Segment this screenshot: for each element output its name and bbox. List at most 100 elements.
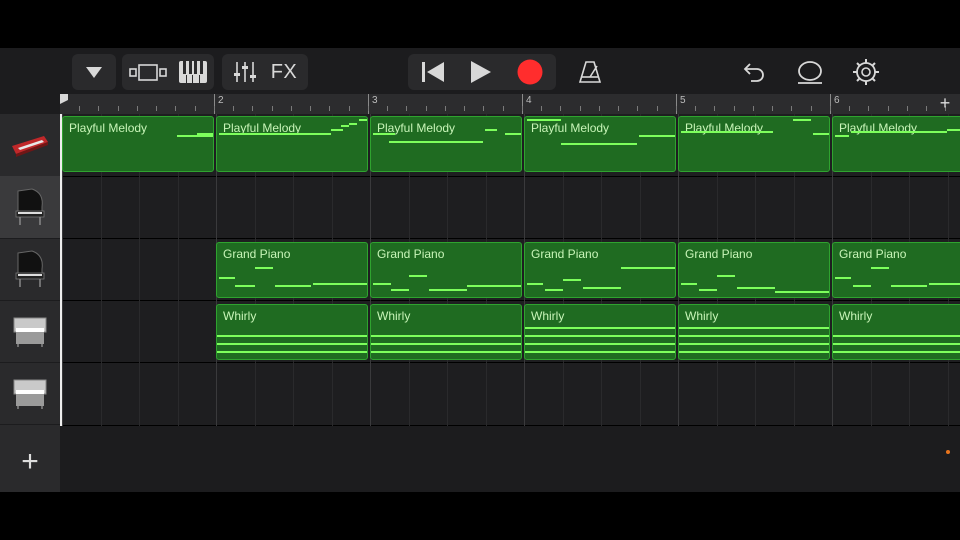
record-button[interactable]	[517, 59, 543, 85]
track-header-grand-piano-2[interactable]	[0, 238, 60, 301]
metronome-icon	[578, 61, 602, 83]
ruler-tick	[541, 106, 542, 111]
skip-back-icon	[421, 62, 444, 82]
ruler-tick	[387, 106, 388, 111]
ruler-tick	[310, 106, 311, 111]
ruler-tick	[426, 106, 427, 111]
mixer-button[interactable]	[233, 60, 257, 84]
bar-marker	[676, 94, 677, 114]
ruler-tick	[195, 106, 196, 111]
region[interactable]: Playful Melody	[678, 116, 830, 172]
ruler-tick	[233, 106, 234, 111]
lane-divider	[62, 176, 960, 177]
tracks-view-button[interactable]	[129, 62, 169, 82]
gear-icon	[853, 59, 879, 85]
region-label: Whirly	[839, 309, 873, 323]
track-header-grand-piano-1[interactable]	[0, 176, 60, 239]
midi-note	[561, 143, 637, 145]
go-to-beginning-button[interactable]	[421, 61, 445, 83]
ruler-tick	[791, 106, 792, 111]
region-label: Playful Melody	[531, 121, 610, 135]
metronome-button[interactable]	[570, 54, 610, 90]
ruler-tick	[214, 106, 215, 111]
region[interactable]: Whirly	[678, 304, 830, 360]
region[interactable]: Whirly	[370, 304, 522, 360]
region[interactable]: Whirly	[524, 304, 676, 360]
undo-button[interactable]	[734, 54, 774, 90]
ruler-tick	[849, 106, 850, 111]
region[interactable]: Grand Piano	[370, 242, 522, 298]
track-header-electric-piano-1[interactable]	[0, 300, 60, 363]
ruler-tick	[522, 106, 523, 111]
ruler-tick	[888, 106, 889, 111]
track-header-synth[interactable]	[0, 114, 60, 177]
midi-note	[371, 335, 521, 337]
transport-group	[408, 54, 556, 90]
midi-note	[429, 289, 467, 291]
ruler-tick	[329, 106, 330, 111]
ruler-tick	[830, 106, 831, 111]
timeline-ruler[interactable]: 2 3 4 5 6	[60, 94, 960, 115]
region[interactable]: Playful Melody	[832, 116, 960, 172]
region[interactable]: Whirly	[832, 304, 960, 360]
midi-note	[679, 327, 829, 329]
region[interactable]: Grand Piano	[832, 242, 960, 298]
bar-number: 3	[372, 95, 378, 106]
midi-note	[891, 285, 927, 287]
add-track-button[interactable]: +	[0, 432, 60, 492]
midi-note	[349, 123, 357, 125]
bar-marker	[522, 94, 523, 114]
ruler-tick	[156, 106, 157, 111]
midi-note	[835, 135, 849, 137]
settings-button[interactable]	[846, 54, 886, 90]
midi-note	[391, 289, 409, 291]
ruler-tick	[695, 106, 696, 111]
bar-number: 4	[526, 95, 532, 106]
loop-browser-button[interactable]	[788, 54, 832, 90]
grand-piano-icon	[15, 188, 45, 225]
ruler-tick	[137, 106, 138, 111]
ruler-tick	[118, 106, 119, 111]
garageband-tracks-view: FX 2 3 4 5 6 + + Playful Melody Playful …	[0, 48, 960, 492]
region[interactable]: Grand Piano	[678, 242, 830, 298]
midi-note	[679, 351, 829, 353]
ruler-tick	[868, 106, 869, 111]
ruler-tick	[503, 106, 504, 111]
bar-marker	[214, 94, 215, 114]
loop-icon	[798, 61, 822, 84]
midi-note	[947, 129, 960, 131]
add-section-button[interactable]: +	[937, 94, 953, 112]
midi-note	[217, 343, 367, 345]
midi-note	[929, 283, 960, 285]
track-headers: +	[0, 114, 60, 492]
ruler-tick	[483, 106, 484, 111]
grand-piano-icon	[15, 250, 45, 287]
midi-note	[871, 267, 889, 269]
track-header-electric-piano-2[interactable]	[0, 362, 60, 425]
lane-divider	[62, 238, 960, 239]
ruler-tick	[349, 106, 350, 111]
play-button[interactable]	[470, 60, 492, 84]
midi-note	[679, 335, 829, 337]
midi-note	[371, 343, 521, 345]
midi-note	[313, 283, 367, 285]
midi-note	[775, 291, 829, 293]
region-label: Whirly	[531, 309, 565, 323]
record-icon	[517, 59, 543, 85]
midi-note	[525, 327, 675, 329]
midi-note	[563, 279, 581, 281]
fx-button[interactable]: FX	[271, 61, 298, 84]
region[interactable]: Playful Melody	[524, 116, 676, 172]
keyboard-view-button[interactable]	[179, 61, 207, 83]
ruler-tick	[734, 106, 735, 111]
region[interactable]: Playful Melody	[370, 116, 522, 172]
region[interactable]: Grand Piano	[524, 242, 676, 298]
midi-note	[527, 119, 561, 121]
region[interactable]: Whirly	[216, 304, 368, 360]
region[interactable]: Grand Piano	[216, 242, 368, 298]
track-lanes[interactable]: Playful Melody Playful Melody Playful Melo…	[60, 114, 960, 426]
ruler-tick	[560, 106, 561, 111]
region[interactable]: Playful Melody	[216, 116, 368, 172]
browser-dropdown-button[interactable]	[72, 54, 116, 90]
region[interactable]: Playful Melody	[62, 116, 214, 172]
